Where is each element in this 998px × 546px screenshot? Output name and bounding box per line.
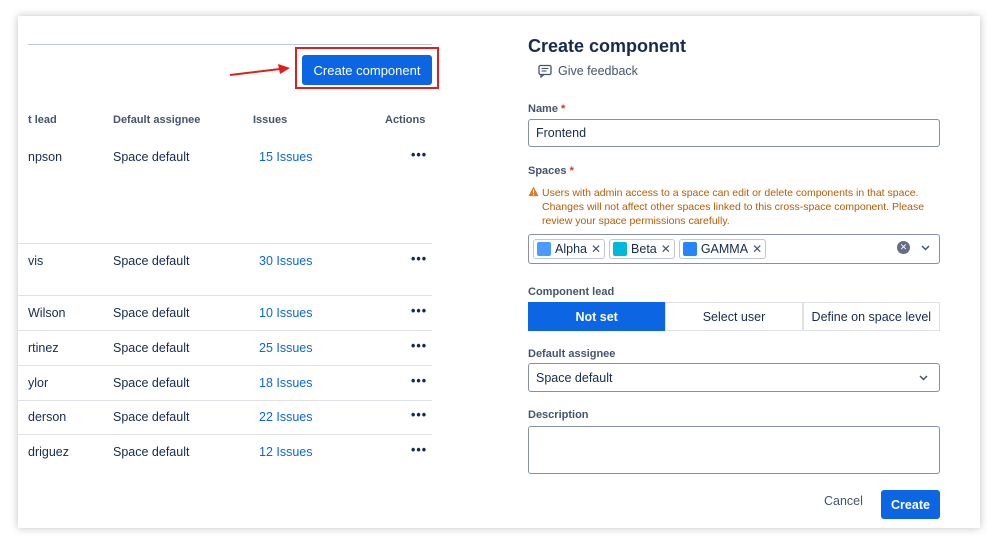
cell-lead: derson	[28, 410, 67, 424]
remove-tag-icon[interactable]: ✕	[591, 242, 601, 256]
cell-assignee: Space default	[113, 376, 190, 390]
create-component-button[interactable]: Create component	[302, 55, 432, 85]
header-lead: t lead	[28, 114, 57, 126]
cancel-button[interactable]: Cancel	[824, 494, 863, 508]
issues-link[interactable]: 12 Issues	[259, 445, 313, 459]
lead-option-space-level[interactable]: Define on space level	[802, 302, 940, 331]
clear-icon[interactable]: ✕	[897, 241, 910, 254]
warning-icon	[528, 186, 539, 197]
feedback-icon	[538, 64, 552, 78]
required-mark: *	[569, 165, 574, 177]
required-mark: *	[561, 103, 566, 115]
cell-assignee: Space default	[113, 341, 190, 355]
space-tag-label: Beta	[631, 242, 657, 256]
name-label: Name *	[528, 103, 566, 115]
name-input[interactable]: Frontend	[528, 119, 940, 147]
table-header: t lead Default assignee Issues Actions	[18, 114, 438, 134]
cell-assignee: Space default	[113, 150, 190, 164]
spaces-warning-text: Users with admin access to a space can e…	[542, 187, 925, 227]
chevron-down-icon[interactable]	[920, 242, 931, 253]
cell-lead: rtinez	[28, 341, 59, 355]
issues-link[interactable]: 25 Issues	[259, 341, 313, 355]
create-button[interactable]: Create	[881, 490, 940, 519]
row-actions-icon[interactable]: •••	[411, 304, 427, 318]
space-alpha-icon	[537, 242, 551, 256]
row-actions-icon[interactable]: •••	[411, 339, 427, 353]
cell-assignee: Space default	[113, 254, 190, 268]
screenshot-frame: Create component t lead Default assignee…	[18, 16, 980, 528]
description-textarea[interactable]	[528, 426, 940, 474]
space-tag-beta: Beta ✕	[609, 239, 675, 259]
spaces-warning: Users with admin access to a space can e…	[528, 186, 940, 228]
default-assignee-value: Space default	[536, 370, 613, 385]
component-lead-segmented-control: Not set Select user Define on space leve…	[528, 302, 940, 331]
table-row: npson Space default 15 Issues •••	[18, 148, 432, 244]
table-row: driguez Space default 12 Issues •••	[18, 443, 432, 470]
create-component-form: Create component Give feedback Name * Fr…	[508, 16, 980, 528]
table-row: rtinez Space default 25 Issues •••	[18, 339, 432, 366]
row-actions-icon[interactable]: •••	[411, 148, 427, 162]
space-tag-gamma: GAMMA ✕	[678, 239, 767, 259]
form-title: Create component	[528, 36, 687, 56]
lead-option-not-set[interactable]: Not set	[528, 302, 666, 331]
cell-lead: vis	[28, 254, 44, 268]
cell-lead: npson	[28, 150, 63, 164]
spaces-controls: ✕	[897, 241, 931, 254]
cell-assignee: Space default	[113, 306, 190, 320]
table-row: ylor Space default 18 Issues •••	[18, 374, 432, 401]
divider	[28, 44, 432, 45]
description-label: Description	[528, 409, 589, 421]
default-assignee-label: Default assignee	[528, 348, 616, 360]
space-tag-label: GAMMA	[700, 242, 749, 256]
annotation-arrow-icon	[230, 64, 290, 76]
default-assignee-select[interactable]: Space default	[528, 363, 940, 392]
cell-assignee: Space default	[113, 445, 190, 459]
issues-link[interactable]: 22 Issues	[259, 410, 313, 424]
header-actions: Actions	[385, 114, 426, 126]
cell-lead: Wilson	[28, 306, 66, 320]
header-default-assignee: Default assignee	[113, 114, 201, 126]
row-actions-icon[interactable]: •••	[411, 408, 427, 422]
issues-link[interactable]: 10 Issues	[259, 306, 313, 320]
give-feedback-button[interactable]: Give feedback	[538, 64, 638, 78]
space-gamma-icon	[682, 242, 697, 256]
components-table-panel: Create component t lead Default assignee…	[18, 16, 508, 528]
table-row: derson Space default 22 Issues •••	[18, 408, 432, 435]
issues-link[interactable]: 30 Issues	[259, 254, 313, 268]
row-actions-icon[interactable]: •••	[411, 374, 427, 388]
remove-tag-icon[interactable]: ✕	[661, 242, 671, 256]
row-actions-icon[interactable]: •••	[411, 252, 427, 266]
cell-lead: ylor	[28, 376, 49, 390]
row-actions-icon[interactable]: •••	[411, 443, 427, 457]
header-issues: Issues	[253, 114, 288, 126]
cell-assignee: Space default	[113, 410, 190, 424]
lead-option-select-user[interactable]: Select user	[665, 302, 803, 331]
space-tag-label: Alpha	[555, 242, 587, 256]
feedback-label: Give feedback	[558, 64, 638, 78]
name-input-value: Frontend	[536, 126, 587, 140]
space-beta-icon	[613, 242, 628, 256]
remove-tag-icon[interactable]: ✕	[752, 242, 762, 256]
issues-link[interactable]: 15 Issues	[259, 150, 313, 164]
table-row: Wilson Space default 10 Issues •••	[18, 304, 432, 331]
component-lead-label: Component lead	[528, 286, 615, 298]
cell-lead: driguez	[28, 445, 69, 459]
spaces-multiselect[interactable]: Alpha ✕ Beta ✕ GAMMA ✕ ✕	[528, 234, 940, 264]
space-tag-alpha: Alpha ✕	[533, 239, 606, 259]
table-row: vis Space default 30 Issues •••	[18, 252, 432, 296]
chevron-down-icon	[919, 375, 928, 381]
issues-link[interactable]: 18 Issues	[259, 376, 313, 390]
spaces-label: Spaces *	[528, 165, 574, 177]
